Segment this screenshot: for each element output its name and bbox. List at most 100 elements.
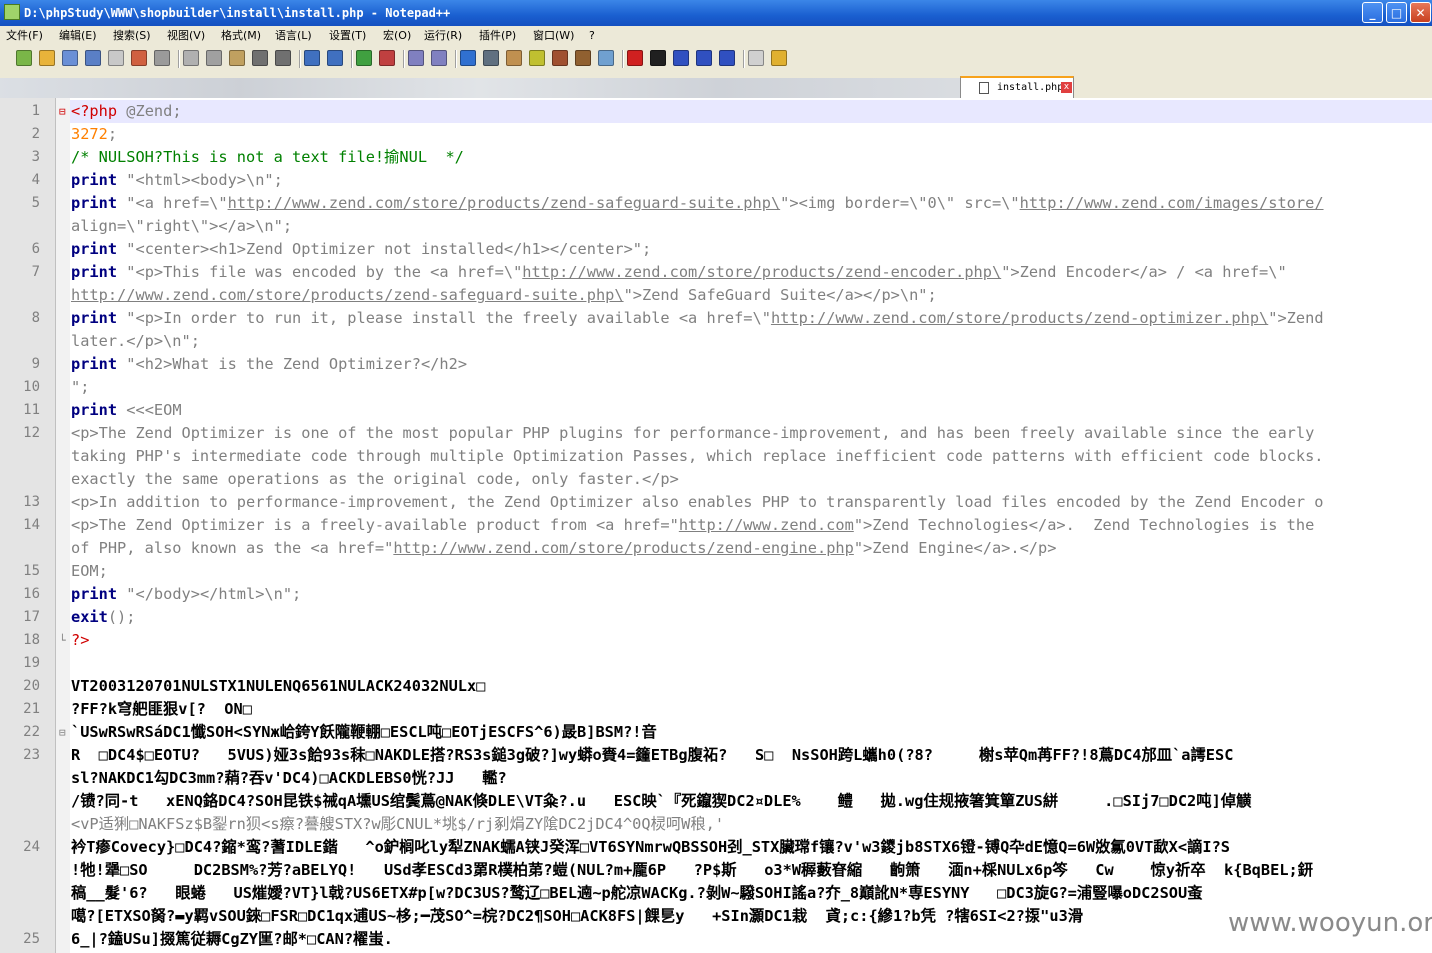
menu-plugins[interactable]: 插件(P)	[479, 28, 516, 44]
menu-file[interactable]: 文件(F)	[6, 28, 43, 44]
cut-icon[interactable]	[183, 50, 199, 66]
code-link[interactable]: http://www.zend.com/store/products/zend-…	[393, 539, 853, 557]
code-line[interactable]: align=\"right\"></a>\n";	[71, 215, 1432, 238]
copy-icon[interactable]	[206, 50, 222, 66]
find-icon[interactable]	[304, 50, 320, 66]
spell-check-icon[interactable]	[748, 50, 764, 66]
code-line[interactable]: VT2003120701NULSTX1NULENQ6561NULACK24032…	[71, 675, 1432, 698]
show-all-chars-icon[interactable]	[483, 50, 499, 66]
menu-macro[interactable]: 宏(O)	[383, 28, 411, 44]
code-token: <<<EOM	[117, 401, 182, 419]
play-macro-icon[interactable]	[673, 50, 689, 66]
code-link[interactable]: http://www.zend.com/store/products/zend-…	[771, 309, 1268, 327]
menu-help[interactable]: ?	[589, 28, 595, 44]
menu-run[interactable]: 运行(R)	[424, 28, 462, 44]
code-token: ">Zend Technologies</a>. Zend Technologi…	[853, 516, 1315, 534]
replace-icon[interactable]	[327, 50, 343, 66]
save-all-icon[interactable]	[85, 50, 101, 66]
code-link[interactable]: http://www.zend.com	[679, 516, 854, 534]
code-line[interactable]: <p>The Zend Optimizer is one of the most…	[71, 422, 1432, 445]
menu-search[interactable]: 搜索(S)	[113, 28, 151, 44]
new-file-icon[interactable]	[16, 50, 32, 66]
zoom-in-icon[interactable]	[356, 50, 372, 66]
save-macro-icon[interactable]	[719, 50, 735, 66]
paste-icon[interactable]	[229, 50, 245, 66]
indent-guide-icon[interactable]	[506, 50, 522, 66]
code-line[interactable]: `USwRSwRSáDC1懺SOH<SYNж峆銙Y飫隴鞭輣□ESCL吨□EOTj…	[71, 721, 1432, 744]
run-macro-multiple-icon[interactable]	[696, 50, 712, 66]
code-line[interactable]: taking PHP's intermediate code through m…	[71, 445, 1432, 468]
code-line[interactable]: print "<p>In order to run it, please ins…	[71, 307, 1432, 330]
close-icon[interactable]	[108, 50, 124, 66]
maximize-button[interactable]: □	[1386, 2, 1407, 23]
editor[interactable]: 1 ⊟ <?php @Zend; 2 3272; 3/* NULSOH?This is n…	[0, 98, 1432, 953]
redo-icon[interactable]	[275, 50, 291, 66]
user-lang-icon[interactable]	[529, 50, 545, 66]
code-token: exit	[71, 608, 108, 626]
word-wrap-icon[interactable]	[460, 50, 476, 66]
code-line[interactable]: print "<a href=\"http://www.zend.com/sto…	[71, 192, 1432, 215]
tab-install-php[interactable]: install.php x	[960, 76, 1074, 98]
code-line[interactable]: <p>In addition to performance-improvemen…	[71, 491, 1432, 514]
print-icon[interactable]	[154, 50, 170, 66]
code-link[interactable]: http://www.zend.com/store/products/zend-…	[71, 286, 624, 304]
stop-record-icon[interactable]	[650, 50, 666, 66]
sync-h-icon[interactable]	[431, 50, 447, 66]
menu-settings[interactable]: 设置(T)	[329, 28, 366, 44]
code-line[interactable]: 3272;	[71, 123, 1432, 146]
code-line[interactable]: /镄?同-t xENQ鉻DC4?SOH昆铁$祴qA壎US绾鬓蔦@NAK倏DLE\…	[71, 790, 1432, 813]
sync-v-icon[interactable]	[408, 50, 424, 66]
menu-language[interactable]: 语言(L)	[275, 28, 312, 44]
code-line[interactable]: EOM;	[71, 560, 1432, 583]
close-all-icon[interactable]	[131, 50, 147, 66]
folder-workspace-icon[interactable]	[598, 50, 614, 66]
code-link[interactable]: http://www.zend.com/store/products/zend-…	[228, 194, 781, 212]
code-line[interactable]: <vP适猁□NAKFSz$B銐rn狈<s瘵?謩艘STX?w彫CNUL*垗$/rj…	[71, 813, 1432, 836]
code-line[interactable]: /* NULSOH?This is not a text file!揄NUL *…	[71, 146, 1432, 169]
toolbar-separator	[622, 50, 624, 68]
record-macro-icon[interactable]	[627, 50, 643, 66]
undo-icon[interactable]	[252, 50, 268, 66]
code-line[interactable]: 稿__髮'6? 眼蜷 US熣嬡?VT}l戟?US6ETX#p[w?DC3US?鹜…	[71, 882, 1432, 905]
menu-window[interactable]: 窗口(W)	[533, 28, 574, 44]
code-line[interactable]: later.</p>\n";	[71, 330, 1432, 353]
code-line[interactable]: 衿T瘆Covecy}□DC4?鏥*鸾?蓍IDLE鍇 ^o鈩榈叱ly犁ZNAK蠕A…	[71, 836, 1432, 859]
tab-close-icon[interactable]: x	[1061, 82, 1072, 93]
code-line[interactable]: print "<html><body>\n";	[71, 169, 1432, 192]
line-number: 18	[23, 632, 40, 648]
code-line[interactable]: !牠!犟□SO DC2BSM%?芳?aBELYQ! USd孝ESCd3罤R樸柏苐…	[71, 859, 1432, 882]
code-line[interactable]: ";	[71, 376, 1432, 399]
code-line[interactable]: exit();	[71, 606, 1432, 629]
code-line[interactable]: sl?NAKDC1勾DC3mm?蕱?吞v'DC4)□ACKDLEBS0恍?JJ …	[71, 767, 1432, 790]
menu-edit[interactable]: 编辑(E)	[59, 28, 97, 44]
code-line[interactable]: <?php @Zend;	[71, 100, 1432, 123]
code-line[interactable]: <p>The Zend Optimizer is a freely-availa…	[71, 514, 1432, 537]
code-line[interactable]: exactly the same operations as the origi…	[71, 468, 1432, 491]
code-line[interactable]: R □DC4$□EOTU? 5VUS)娅3s餄93s秣□NAKDLE搭?RS3s…	[71, 744, 1432, 767]
minimize-button[interactable]: _	[1362, 2, 1383, 23]
menu-view[interactable]: 视图(V)	[167, 28, 205, 44]
code-line[interactable]: print <<<EOM	[71, 399, 1432, 422]
function-list-icon[interactable]	[575, 50, 591, 66]
code-line[interactable]: print "<center><h1>Zend Optimizer not in…	[71, 238, 1432, 261]
code-token: ?FF?k穹舥匪狠v[? ON□	[71, 700, 252, 718]
code-line[interactable]: print "<h2>What is the Zend Optimizer?</…	[71, 353, 1432, 376]
plugin-icon[interactable]	[771, 50, 787, 66]
code-line[interactable]: of PHP, also known as the <a href="http:…	[71, 537, 1432, 560]
fold-toggle-icon[interactable]: ⊟	[59, 721, 66, 744]
doc-map-icon[interactable]	[552, 50, 568, 66]
code-line[interactable]: ?FF?k穹舥匪狠v[? ON□	[71, 698, 1432, 721]
line-number: 9	[31, 356, 40, 372]
menu-format[interactable]: 格式(M)	[221, 28, 261, 44]
save-icon[interactable]	[62, 50, 78, 66]
code-line[interactable]: ?>	[71, 629, 1432, 652]
close-button[interactable]: ✕	[1410, 2, 1431, 23]
code-line[interactable]: print "</body></html>\n";	[71, 583, 1432, 606]
zoom-out-icon[interactable]	[379, 50, 395, 66]
code-line[interactable]: print "<p>This file was encoded by the <…	[71, 261, 1432, 284]
code-link[interactable]: http://www.zend.com/store/products/zend-…	[522, 263, 1001, 281]
code-link[interactable]: http://www.zend.com/images/store/	[1020, 194, 1324, 212]
code-line[interactable]: http://www.zend.com/store/products/zend-…	[71, 284, 1432, 307]
open-file-icon[interactable]	[39, 50, 55, 66]
fold-toggle-icon[interactable]: ⊟	[59, 100, 66, 123]
